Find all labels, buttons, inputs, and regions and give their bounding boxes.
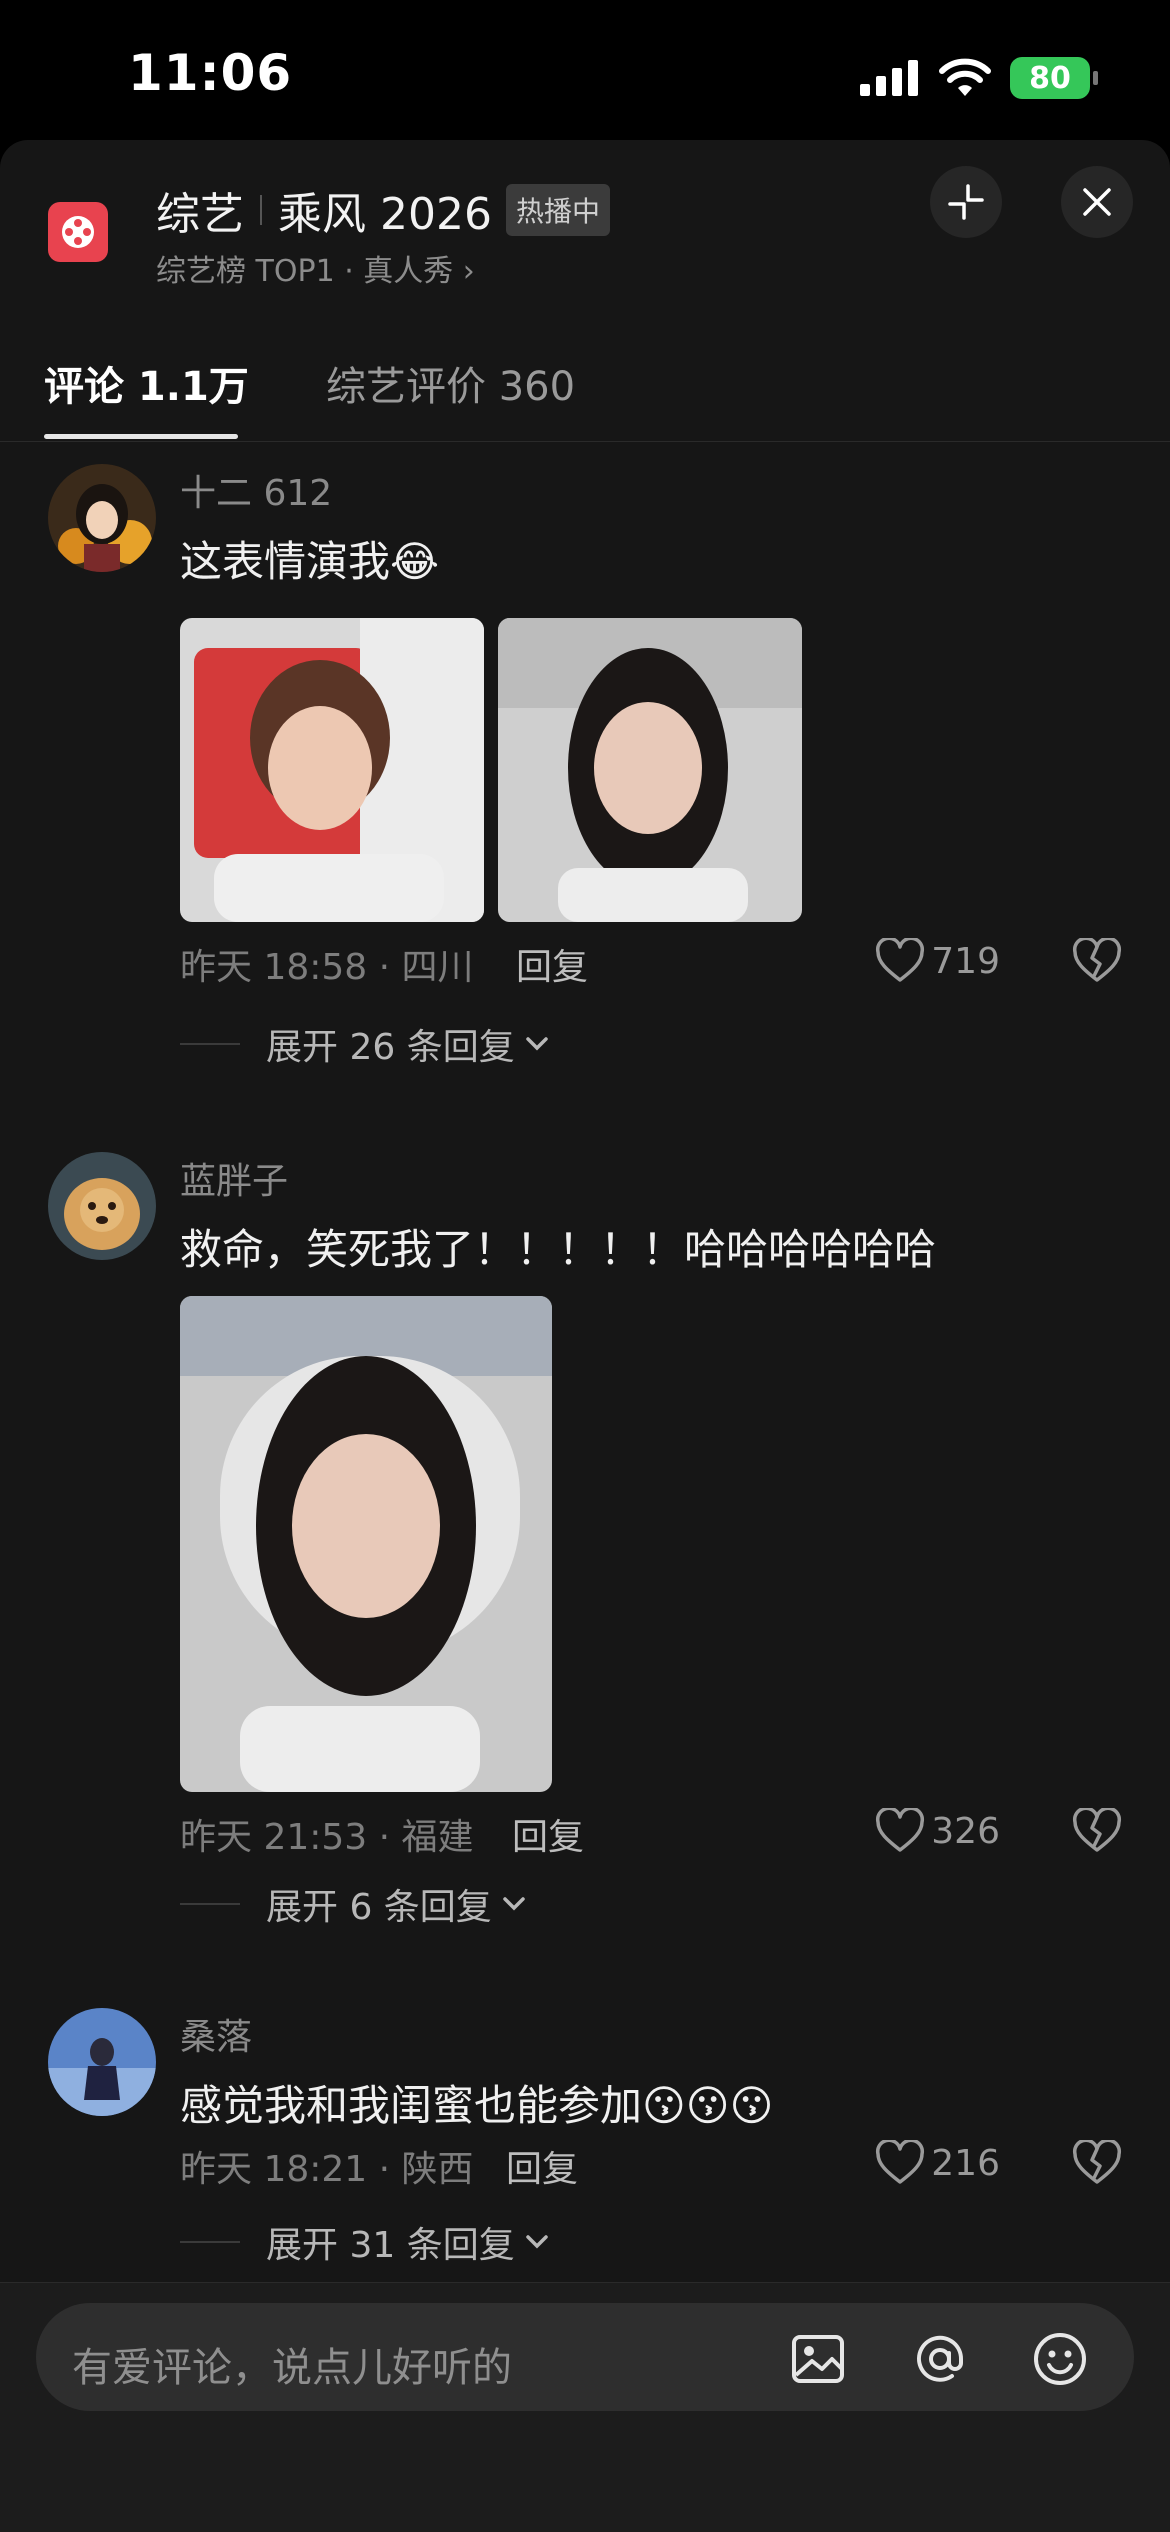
heart-icon bbox=[876, 2140, 925, 2184]
status-time: 11:06 bbox=[128, 44, 293, 102]
comment-text: 感觉我和我闺蜜也能参加😗😗😗 bbox=[180, 2081, 774, 2130]
show-logo bbox=[48, 202, 108, 262]
battery-icon: 80 bbox=[1010, 57, 1098, 99]
collapse-icon bbox=[948, 184, 984, 220]
close-button[interactable] bbox=[1061, 166, 1133, 238]
expand-replies[interactable]: 展开 31 条回复 bbox=[180, 2216, 551, 2268]
expand-divider bbox=[180, 1903, 240, 1905]
comment-input[interactable]: 有爱评论，说点儿好听的 bbox=[36, 2303, 1134, 2411]
title-divider bbox=[260, 195, 262, 225]
tab-indicator bbox=[44, 434, 238, 439]
tab-comments[interactable]: 评论 1.1万 bbox=[44, 354, 249, 412]
comment-item: 十二 612 这表情演我😂 昨天 18:58 · 四川 回复 719 展开 26… bbox=[0, 442, 1170, 1142]
avatar-image bbox=[48, 2008, 156, 2116]
title-row[interactable]: 综艺 乘风 2026 热播中 bbox=[156, 178, 610, 242]
tab-bar: 评论 1.1万 综艺评价 360 bbox=[0, 310, 1170, 442]
broken-heart-icon bbox=[1072, 2138, 1122, 2184]
comment-username[interactable]: 十二 612 bbox=[180, 464, 332, 516]
input-placeholder: 有爱评论，说点儿好听的 bbox=[72, 2345, 512, 2391]
wifi-icon bbox=[939, 58, 991, 96]
comment-text: 救命，笑死我了！！！！！哈哈哈哈哈哈 bbox=[180, 1225, 937, 1274]
heart-icon bbox=[876, 1808, 925, 1852]
comment-image[interactable] bbox=[180, 1296, 552, 1792]
show-title: 乘风 2026 bbox=[278, 189, 492, 240]
like-button[interactable]: 326 bbox=[875, 1808, 1000, 1854]
dislike-button[interactable] bbox=[1072, 2138, 1122, 2190]
comment-image[interactable] bbox=[498, 618, 802, 922]
reply-button[interactable]: 回复 bbox=[512, 1808, 584, 1860]
expand-label: 展开 6 条回复 bbox=[266, 1887, 492, 1928]
comment-sheet: 综艺 乘风 2026 热播中 综艺榜 TOP1 · 真人秀 › 评论 1.1万 … bbox=[0, 140, 1170, 2532]
status-bar: 11:06 80 bbox=[0, 0, 1170, 140]
avatar[interactable] bbox=[48, 1152, 156, 1260]
like-button[interactable]: 216 bbox=[875, 2140, 1000, 2186]
avatar-image bbox=[48, 464, 156, 572]
like-count: 216 bbox=[931, 2142, 1000, 2184]
like-count: 326 bbox=[931, 1810, 1000, 1852]
emoji-icon[interactable] bbox=[1030, 2329, 1090, 2389]
comment-meta: 昨天 18:58 · 四川 bbox=[180, 947, 474, 988]
expand-divider bbox=[180, 1043, 240, 1045]
dislike-button[interactable] bbox=[1072, 936, 1122, 988]
battery-level: 80 bbox=[1029, 60, 1071, 96]
broken-heart-icon bbox=[1072, 936, 1122, 982]
comment-text: 这表情演我😂 bbox=[180, 537, 440, 586]
chevron-down-icon bbox=[503, 1897, 525, 1911]
dislike-button[interactable] bbox=[1072, 1806, 1122, 1858]
avatar-image bbox=[48, 1152, 156, 1260]
status-badge: 热播中 bbox=[505, 184, 610, 236]
mention-icon[interactable] bbox=[910, 2329, 970, 2389]
close-icon bbox=[1083, 188, 1111, 216]
comment-image[interactable] bbox=[180, 618, 484, 922]
expand-label: 展开 26 条回复 bbox=[266, 1027, 515, 1068]
film-reel-icon bbox=[62, 216, 94, 248]
chevron-down-icon bbox=[525, 2235, 548, 2249]
expand-divider bbox=[180, 2241, 240, 2243]
expand-replies[interactable]: 展开 26 条回复 bbox=[180, 1018, 551, 1070]
expand-label: 展开 31 条回复 bbox=[266, 2225, 515, 2266]
heart-icon bbox=[876, 938, 925, 982]
minimize-button[interactable] bbox=[930, 166, 1002, 238]
comment-list: 十二 612 这表情演我😂 昨天 18:58 · 四川 回复 719 展开 26… bbox=[0, 442, 1170, 2422]
comment-item: 蓝胖子 救命，笑死我了！！！！！哈哈哈哈哈哈 昨天 21:53 · 福建 回复 bbox=[0, 1132, 1170, 1992]
signal-icon bbox=[860, 60, 918, 96]
like-button[interactable]: 719 bbox=[875, 938, 1000, 984]
image-icon[interactable] bbox=[788, 2329, 848, 2389]
comment-meta: 昨天 21:53 · 福建 bbox=[180, 1817, 474, 1858]
expand-replies[interactable]: 展开 6 条回复 bbox=[180, 1878, 528, 1930]
tab-reviews[interactable]: 综艺评价 360 bbox=[326, 354, 575, 412]
status-icons: 80 bbox=[858, 54, 1098, 102]
comment-username[interactable]: 蓝胖子 bbox=[180, 1152, 288, 1204]
avatar[interactable] bbox=[48, 464, 156, 572]
show-subtitle[interactable]: 综艺榜 TOP1 · 真人秀 › bbox=[156, 246, 475, 290]
like-count: 719 bbox=[931, 940, 1000, 982]
reply-button[interactable]: 回复 bbox=[516, 938, 588, 990]
category-title: 综艺 bbox=[156, 189, 244, 240]
comment-meta: 昨天 18:21 · 陕西 bbox=[180, 2149, 474, 2190]
comment-input-bar: 有爱评论，说点儿好听的 bbox=[0, 2282, 1170, 2532]
broken-heart-icon bbox=[1072, 1806, 1122, 1852]
sheet-header: 综艺 乘风 2026 热播中 综艺榜 TOP1 · 真人秀 › bbox=[0, 140, 1170, 310]
comment-username[interactable]: 桑落 bbox=[180, 2008, 252, 2060]
avatar[interactable] bbox=[48, 2008, 156, 2116]
chevron-down-icon bbox=[525, 1037, 548, 1051]
reply-button[interactable]: 回复 bbox=[506, 2140, 578, 2192]
